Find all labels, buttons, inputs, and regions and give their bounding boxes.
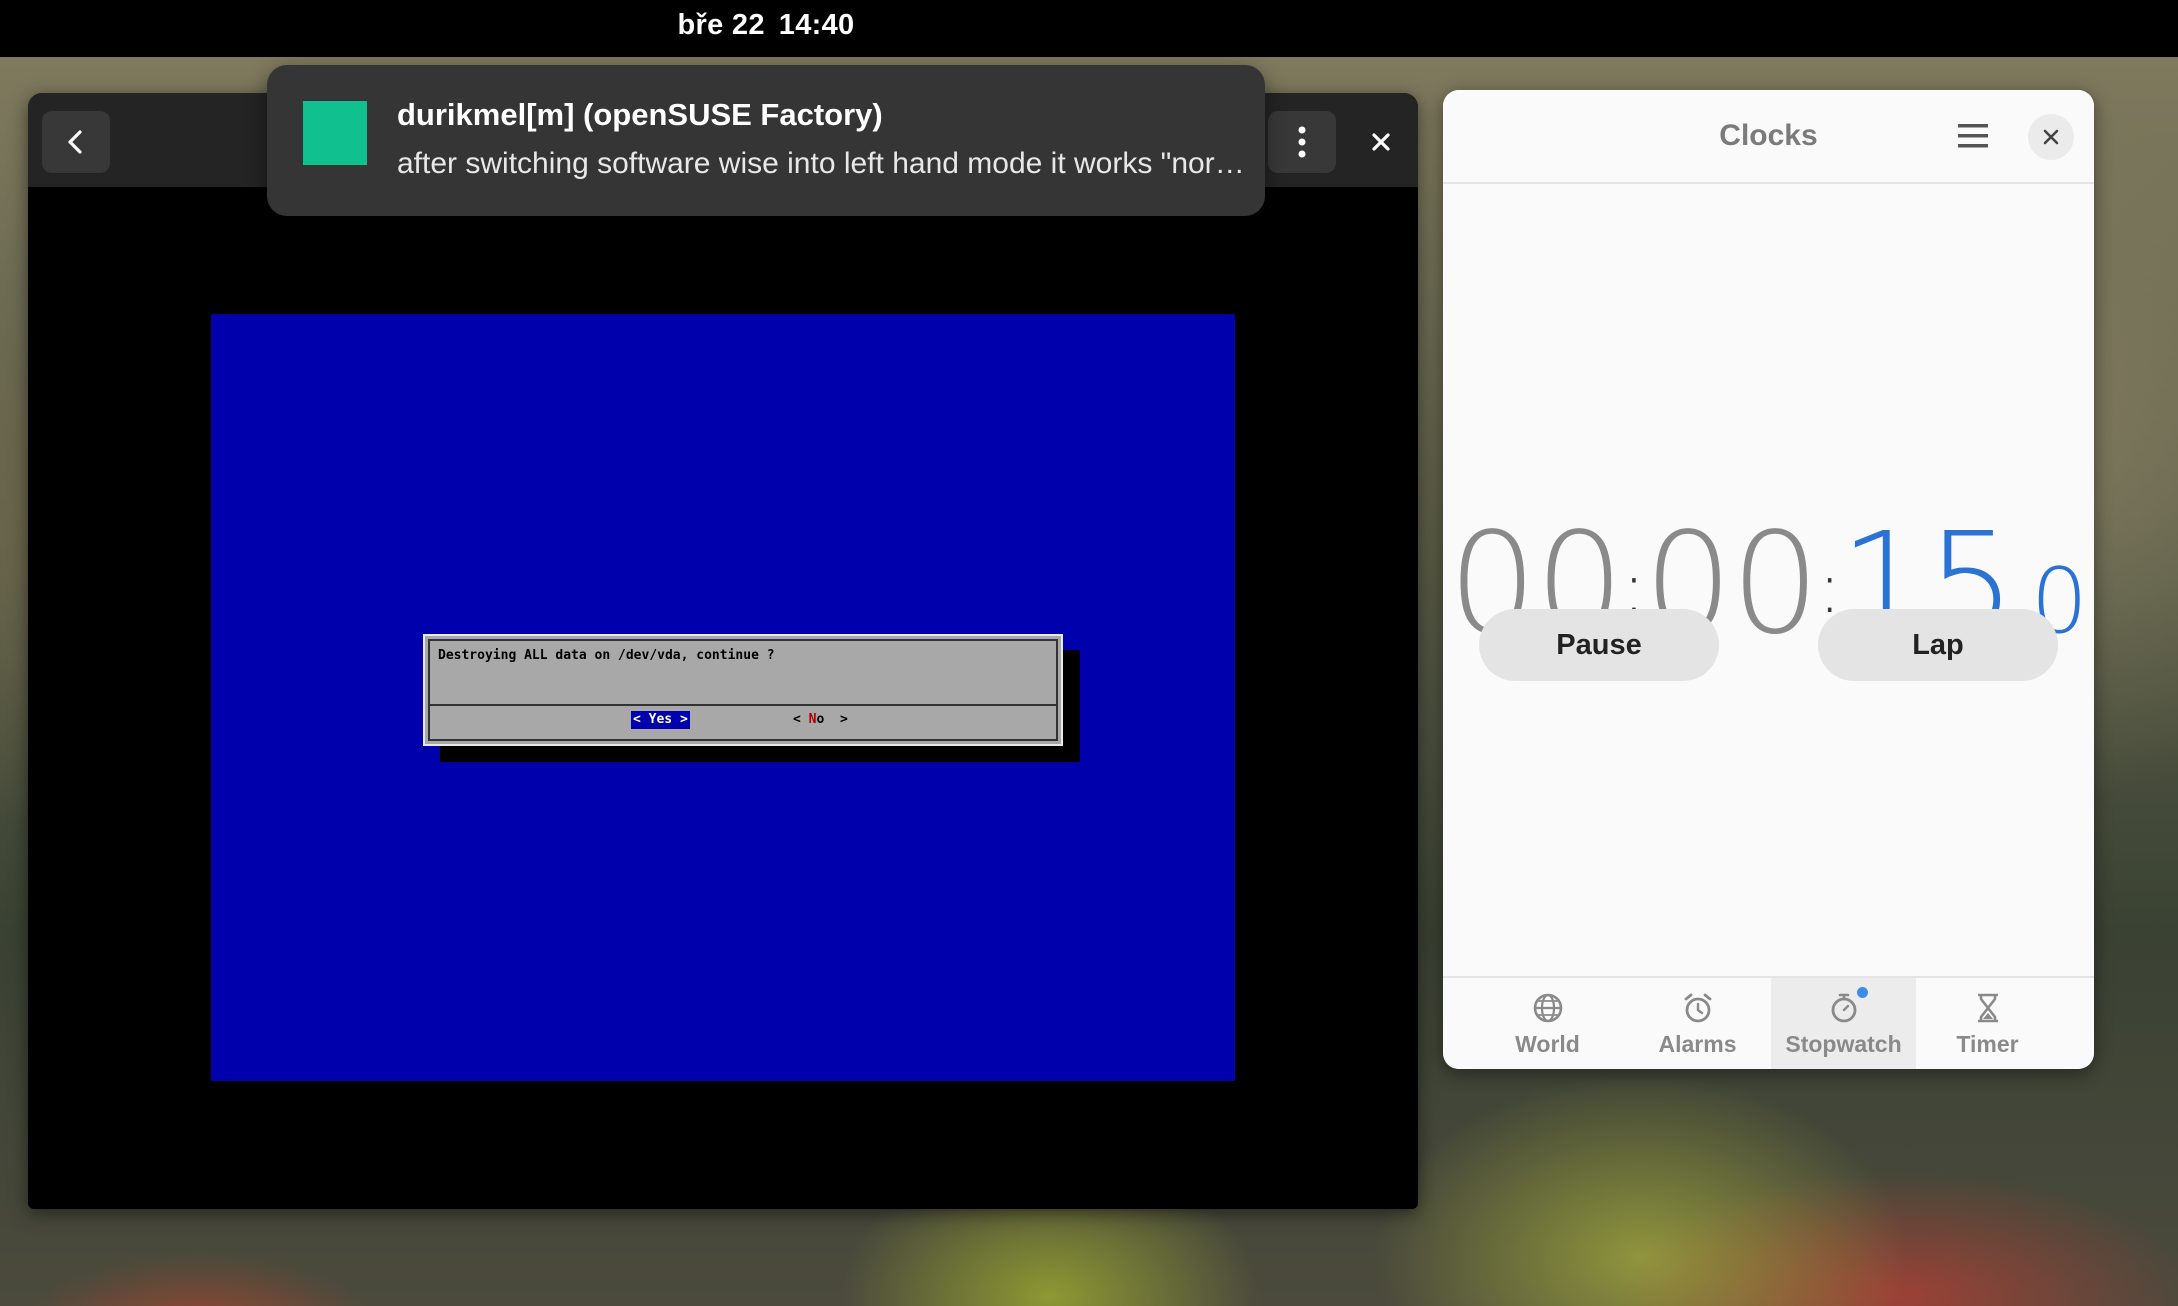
clocks-header-bar: Clocks — [1443, 90, 2094, 184]
vm-menu-button[interactable] — [1268, 111, 1336, 173]
tab-alarms-label: Alarms — [1658, 1031, 1737, 1057]
vm-display[interactable]: Destroying ALL data on /dev/vda, continu… — [211, 314, 1235, 1081]
yes-button[interactable]: < Yes > — [631, 711, 690, 729]
tab-timer[interactable]: Timer — [1915, 978, 2060, 1069]
date-time[interactable]: bře 22 14:40 — [0, 0, 1532, 50]
clocks-close-button[interactable] — [2028, 114, 2074, 160]
top-bar: bře 22 14:40 — [0, 0, 2178, 57]
tab-world-label: World — [1515, 1031, 1580, 1057]
app-avatar-icon — [303, 101, 367, 165]
tab-timer-label: Timer — [1956, 1031, 2019, 1057]
dialog-separator — [428, 704, 1058, 706]
clocks-window: Clocks 00:00:15.0 Pause Lap World — [1443, 90, 2094, 1069]
notification-banner[interactable]: durikmel[m] (openSUSE Factory) after swi… — [267, 65, 1265, 216]
hourglass-icon — [1977, 993, 1998, 1023]
vm-close-button[interactable] — [1350, 111, 1412, 173]
running-indicator-dot — [1857, 987, 1868, 998]
tab-stopwatch-label: Stopwatch — [1785, 1031, 1902, 1057]
no-open-bracket: < — [793, 712, 809, 727]
tab-alarms[interactable]: Alarms — [1625, 978, 1770, 1069]
main-menu-button[interactable] — [1953, 116, 1993, 156]
pause-button[interactable]: Pause — [1479, 609, 1719, 681]
vm-window: Destroying ALL data on /dev/vda, continu… — [28, 93, 1418, 1209]
back-icon — [68, 130, 82, 154]
clocks-title: Clocks — [1719, 119, 1818, 152]
kebab-menu-icon — [1298, 126, 1306, 158]
close-icon — [1372, 133, 1390, 151]
no-close-bracket: > — [824, 712, 848, 727]
tab-world[interactable]: World — [1475, 978, 1620, 1069]
globe-icon — [1533, 993, 1562, 1023]
confirm-dialog: Destroying ALL data on /dev/vda, continu… — [423, 634, 1063, 746]
alarm-clock-icon — [1684, 993, 1711, 1023]
no-button[interactable]: < No > — [793, 711, 848, 729]
back-button[interactable] — [42, 111, 110, 173]
close-icon — [2043, 129, 2059, 145]
tab-stopwatch[interactable]: Stopwatch — [1771, 978, 1916, 1069]
dialog-message: Destroying ALL data on /dev/vda, continu… — [438, 648, 775, 663]
hamburger-menu-icon — [1958, 124, 1988, 148]
lap-button[interactable]: Lap — [1818, 609, 2058, 681]
date-label: bře 22 — [677, 8, 765, 41]
notification-body: after switching software wise into left … — [397, 147, 1257, 180]
stopwatch-icon — [1831, 993, 1856, 1023]
time-label: 14:40 — [778, 8, 855, 41]
view-switcher-bar: World Alarms Stopwatch Timer — [1443, 976, 2094, 1069]
notification-title: durikmel[m] (openSUSE Factory) — [397, 97, 883, 132]
